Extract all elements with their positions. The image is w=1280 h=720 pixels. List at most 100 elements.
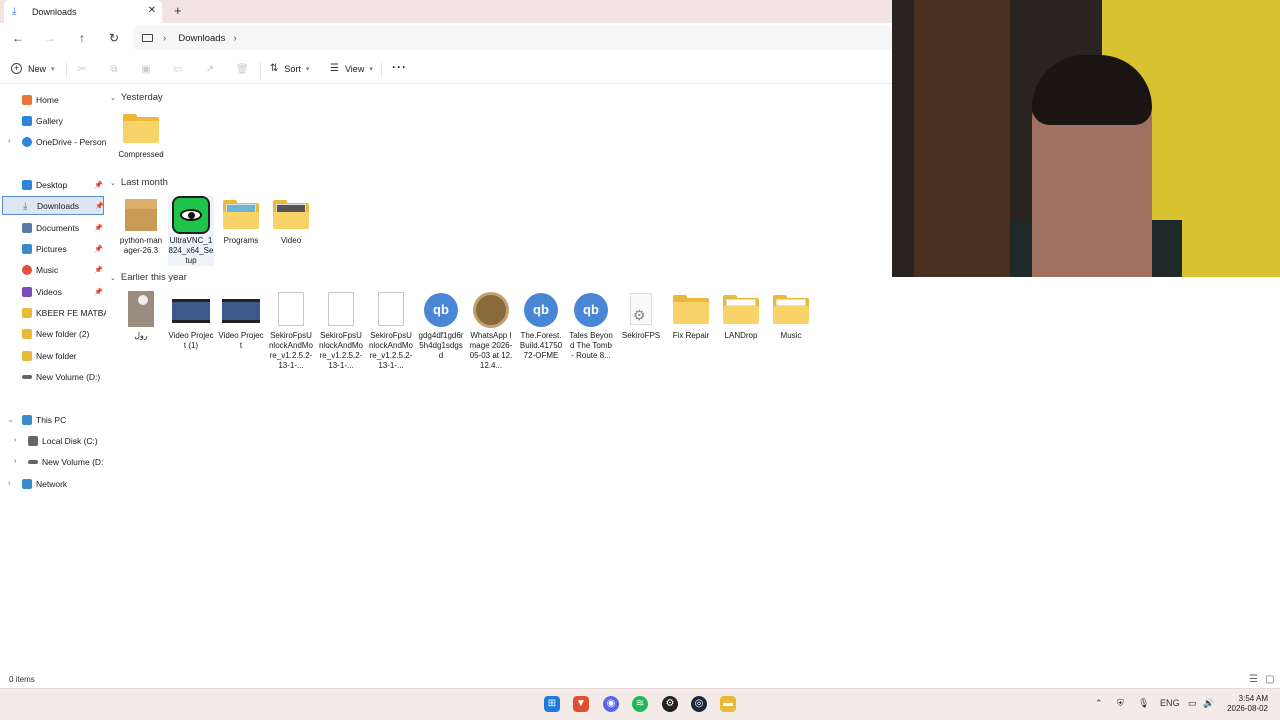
spotify-icon[interactable]: ≋ — [632, 696, 648, 712]
cut-icon[interactable]: ✂ — [76, 64, 88, 76]
up-button[interactable]: ↑ — [74, 30, 90, 46]
delete-icon[interactable]: 🗑 — [236, 64, 249, 76]
view-label: View — [344, 63, 365, 74]
back-button[interactable]: ← — [10, 30, 26, 46]
file-item-rol[interactable]: رول — [118, 291, 164, 341]
chevron-down-icon[interactable]: ⌄ — [8, 416, 14, 424]
app-icon[interactable]: ⚙ — [662, 696, 678, 712]
language-indicator[interactable]: ENG — [1160, 698, 1180, 708]
microphone-icon[interactable]: 🎙 — [1138, 698, 1149, 709]
close-tab-icon[interactable]: ✕ — [148, 5, 156, 16]
sidebar-item-gallery[interactable]: Gallery — [0, 111, 106, 130]
security-icon[interactable]: ⛨ — [1117, 698, 1124, 709]
file-item-sekiro-unlock-1[interactable]: SekiroFpsUnlockAndMore_v1.2.5.2-13-1-... — [268, 291, 314, 371]
sidebar-item-new-volume-d[interactable]: New Volume (D:) — [0, 367, 106, 386]
sidebar-item-local-disk-c[interactable]: › Local Disk (C:) — [0, 431, 106, 450]
qbittorrent-icon: qb — [422, 291, 460, 329]
file-item-sekiro-unlock-3[interactable]: SekiroFpsUnlockAndMore_v1.2.5.2-13-1-... — [368, 291, 414, 371]
divider — [260, 62, 261, 78]
sidebar-item-desktop[interactable]: Desktop 📌 — [0, 175, 106, 194]
file-item-video-project[interactable]: Video Project — [218, 291, 264, 351]
file-item-video-project-1[interactable]: Video Project (1) — [168, 291, 214, 351]
sidebar-item-pictures[interactable]: Pictures 📌 — [0, 239, 106, 258]
file-item-ultravnc[interactable]: UltraVNC_1824_x64_Setup — [168, 196, 214, 266]
clock[interactable]: 3:54 AM 2026-08-02 — [1222, 694, 1268, 714]
chevron-right-icon[interactable]: › — [14, 458, 16, 465]
file-item-video[interactable]: Video — [268, 196, 314, 246]
sidebar-item-documents[interactable]: Documents 📌 — [0, 218, 106, 237]
file-item-fix-repair[interactable]: Fix Repair — [668, 291, 714, 341]
forward-button[interactable]: → — [42, 30, 58, 46]
group-header-earlier-this-year[interactable]: ⌄ Earlier this year — [110, 272, 187, 283]
folder-icon — [22, 307, 32, 318]
file-item-sekiro-unlock-2[interactable]: SekiroFpsUnlockAndMore_v1.2.5.2-13-1-... — [318, 291, 364, 371]
sidebar-item-new-folder-2[interactable]: New folder (2) — [0, 324, 106, 343]
chevron-right-icon[interactable]: › — [8, 138, 10, 145]
start-icon[interactable]: ⊞ — [544, 696, 560, 712]
sort-button[interactable]: ⇅ Sort ▾ — [270, 63, 309, 74]
tiles-view-icon[interactable]: ▢ — [1265, 674, 1274, 685]
sidebar-item-kbeer-fe-matbakh[interactable]: KBEER FE MATBAKH — [0, 303, 106, 322]
volume-icon[interactable]: 🔊 — [1203, 698, 1214, 709]
clock-date: 2026-08-02 — [1227, 704, 1268, 713]
pin-icon: 📌 — [94, 245, 103, 253]
copy-icon[interactable]: ⧉ — [108, 64, 120, 76]
file-name: UltraVNC_1824_x64_Setup — [168, 236, 214, 265]
group-label: Last month — [120, 177, 168, 188]
video-icon — [172, 291, 210, 329]
discord-icon[interactable]: ◉ — [603, 696, 619, 712]
view-button[interactable]: ☰ View ▾ — [330, 63, 373, 74]
file-item-programs[interactable]: Programs — [218, 196, 264, 246]
sidebar-item-videos[interactable]: Videos 📌 — [0, 282, 106, 301]
refresh-button[interactable]: ↻ — [106, 30, 122, 46]
sort-label: Sort — [284, 63, 301, 74]
group-header-last-month[interactable]: ⌄ Last month — [110, 177, 168, 188]
group-header-yesterday[interactable]: ⌄ Yesterday — [110, 92, 163, 103]
sidebar-item-music[interactable]: Music 📌 — [0, 260, 106, 279]
breadcrumb-downloads[interactable]: Downloads — [178, 33, 225, 44]
file-item-sekirofps[interactable]: ⚙ SekiroFPS — [618, 291, 664, 341]
steam-icon[interactable]: ◎ — [691, 696, 707, 712]
file-item-gdg4df[interactable]: qb gdg4df1gd6r5h4dg1sdgsd — [418, 291, 464, 361]
file-item-python-manager[interactable]: python-manager-26.3 — [118, 196, 164, 256]
new-tab-button[interactable]: + — [174, 3, 182, 18]
chevron-up-icon[interactable]: ⌃ — [1095, 698, 1103, 709]
paste-icon[interactable]: ▣ — [140, 64, 152, 76]
file-item-the-forest[interactable]: qb The.Forest.Build.4175072-OFME — [518, 291, 564, 361]
address-bar[interactable]: › Downloads › — [133, 26, 892, 50]
home-icon — [22, 94, 32, 105]
file-name: python-manager-26.3 — [119, 236, 163, 255]
sidebar-item-new-folder[interactable]: New folder — [0, 346, 106, 365]
file-name: Music — [780, 331, 802, 340]
file-item-tales-beyond-the-tomb[interactable]: qb Tales Beyond The Tomb - Route 8... — [568, 291, 614, 361]
share-icon[interactable]: ↗ — [204, 64, 216, 76]
item-count: 0 items — [9, 675, 35, 684]
chevron-right-icon[interactable]: › — [233, 33, 236, 44]
chevron-right-icon[interactable]: › — [8, 480, 10, 487]
sidebar-item-downloads[interactable]: ⤓ Downloads 📌 — [2, 196, 104, 215]
file-item-compressed[interactable]: Compressed — [118, 110, 164, 160]
brave-icon[interactable]: ▼ — [573, 696, 589, 712]
rename-icon[interactable]: ▭ — [172, 64, 184, 76]
sidebar-item-home[interactable]: Home — [0, 90, 106, 109]
pictures-icon — [22, 243, 32, 254]
file-item-landrop[interactable]: LANDrop — [718, 291, 764, 341]
sidebar-item-this-pc[interactable]: ⌄ This PC — [0, 410, 106, 429]
file-name: رول — [134, 331, 148, 340]
file-explorer-icon[interactable]: ▬ — [720, 696, 736, 712]
clock-time: 3:54 AM — [1238, 694, 1268, 703]
chevron-right-icon[interactable]: › — [14, 437, 16, 444]
tab-downloads[interactable]: ⤓ Downloads ✕ — [4, 0, 162, 23]
network-icon[interactable]: ▭ — [1188, 698, 1197, 709]
file-item-whatsapp-image[interactable]: WhatsApp Image 2026-05-03 at 12.12.4... — [468, 291, 514, 371]
new-button[interactable]: + New ▾ — [11, 63, 55, 74]
sidebar-item-label: Downloads — [37, 200, 80, 211]
file-item-music[interactable]: Music — [768, 291, 814, 341]
drive-icon — [22, 375, 32, 379]
sidebar-item-onedrive[interactable]: › OneDrive - Personal — [0, 132, 106, 151]
details-view-icon[interactable]: ☰ — [1249, 674, 1258, 685]
sidebar-item-new-volume-d-tree[interactable]: › New Volume (D:) — [0, 452, 106, 471]
sidebar-item-network[interactable]: › Network — [0, 474, 106, 493]
more-options-button[interactable]: ··· — [392, 60, 407, 74]
chevron-down-icon: ⌄ — [110, 94, 116, 102]
